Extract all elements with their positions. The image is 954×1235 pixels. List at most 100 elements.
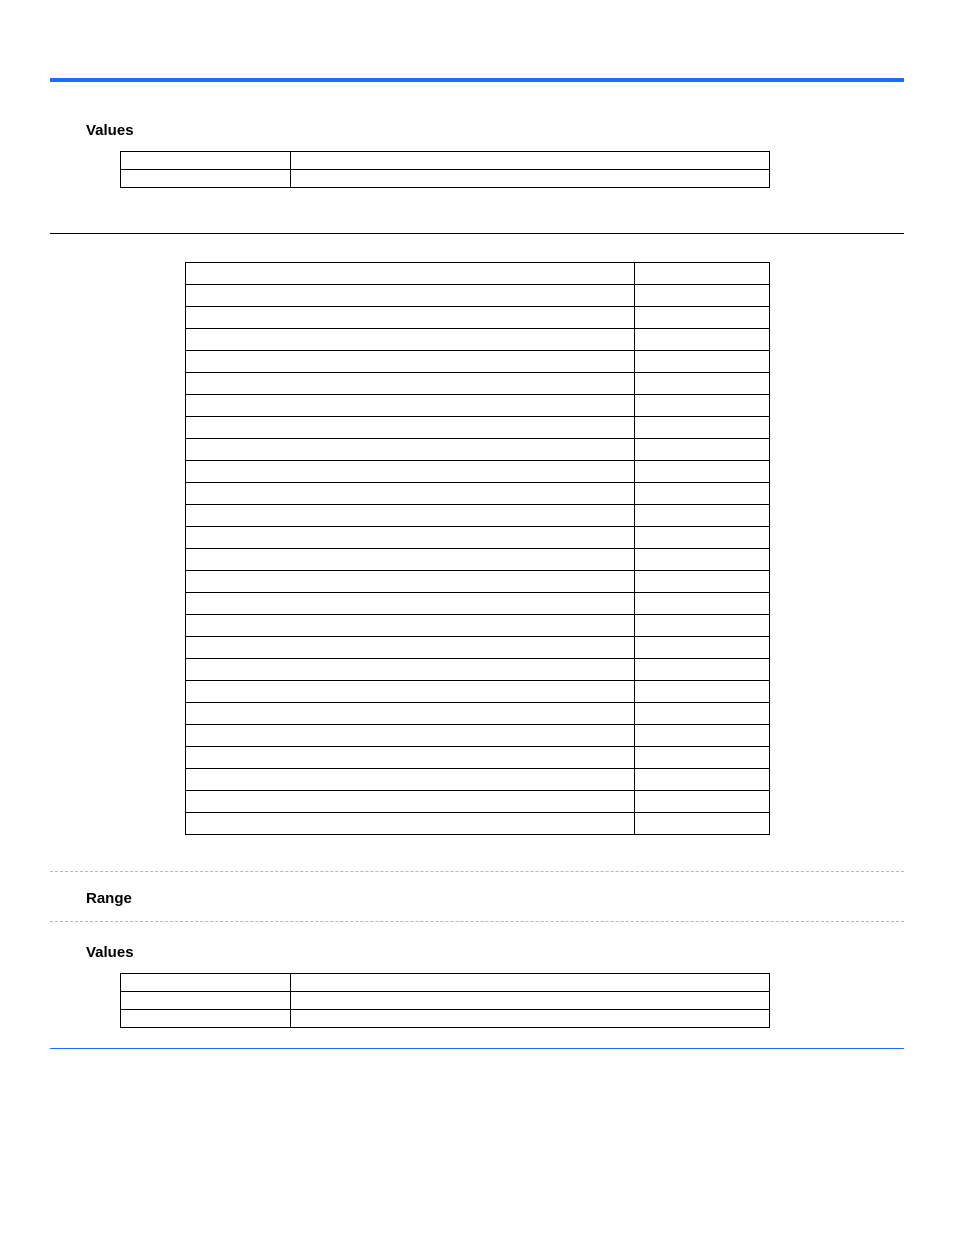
table-row [185,813,769,835]
value-key-cell [121,1010,291,1028]
value-desc-cell [290,974,769,992]
values-table-2 [120,973,770,1028]
data-name-cell [185,769,634,791]
data-name-cell [185,813,634,835]
table-row [185,593,769,615]
value-desc-cell [290,152,769,170]
data-name-cell [185,439,634,461]
main-data-table [185,262,770,835]
table-row [121,974,770,992]
data-name-cell [185,527,634,549]
table-row [121,152,770,170]
table-row [121,992,770,1010]
table-row [185,703,769,725]
table-row [185,725,769,747]
table-row [185,329,769,351]
data-name-cell [185,571,634,593]
data-value-cell [634,681,769,703]
data-value-cell [634,263,769,285]
value-key-cell [121,974,291,992]
data-name-cell [185,505,634,527]
table-row [185,615,769,637]
dashed-divider-1 [50,871,904,872]
table-row [185,483,769,505]
document-page: Values Range Values [0,0,954,1089]
data-name-cell [185,659,634,681]
data-name-cell [185,615,634,637]
table-row [185,307,769,329]
data-name-cell [185,395,634,417]
data-value-cell [634,791,769,813]
data-name-cell [185,263,634,285]
data-name-cell [185,725,634,747]
table-row [185,549,769,571]
data-name-cell [185,791,634,813]
data-name-cell [185,329,634,351]
data-value-cell [634,703,769,725]
section-divider-black [50,233,904,234]
data-value-cell [634,417,769,439]
header-rule-blue [50,78,904,82]
data-value-cell [634,439,769,461]
table-row [185,417,769,439]
values-heading-1: Values [86,122,904,139]
data-name-cell [185,461,634,483]
values-heading-2: Values [86,944,904,961]
table-row [185,637,769,659]
data-value-cell [634,725,769,747]
data-name-cell [185,483,634,505]
table-row [185,395,769,417]
table-row [185,527,769,549]
table-row [121,1010,770,1028]
table-row [185,373,769,395]
data-name-cell [185,285,634,307]
data-value-cell [634,285,769,307]
data-value-cell [634,593,769,615]
table-row [185,681,769,703]
data-value-cell [634,615,769,637]
data-value-cell [634,461,769,483]
data-name-cell [185,351,634,373]
value-desc-cell [290,170,769,188]
table-row [185,747,769,769]
data-value-cell [634,637,769,659]
data-name-cell [185,637,634,659]
data-value-cell [634,659,769,681]
data-value-cell [634,747,769,769]
table-row [185,351,769,373]
data-name-cell [185,593,634,615]
value-key-cell [121,170,291,188]
value-key-cell [121,992,291,1010]
table-row [185,659,769,681]
value-desc-cell [290,1010,769,1028]
data-name-cell [185,373,634,395]
data-value-cell [634,527,769,549]
data-value-cell [634,549,769,571]
values-table-1 [120,151,770,188]
table-row [185,263,769,285]
footer-rule-blue [50,1048,904,1049]
data-name-cell [185,681,634,703]
data-name-cell [185,747,634,769]
data-name-cell [185,417,634,439]
data-value-cell [634,395,769,417]
data-name-cell [185,549,634,571]
data-value-cell [634,813,769,835]
table-row [185,461,769,483]
table-row [185,505,769,527]
table-row [185,285,769,307]
data-value-cell [634,571,769,593]
value-key-cell [121,152,291,170]
table-row [185,769,769,791]
table-row [185,439,769,461]
table-row [121,170,770,188]
data-value-cell [634,373,769,395]
range-heading: Range [86,890,904,907]
data-value-cell [634,329,769,351]
data-value-cell [634,307,769,329]
data-value-cell [634,351,769,373]
data-value-cell [634,483,769,505]
data-name-cell [185,703,634,725]
value-desc-cell [290,992,769,1010]
data-value-cell [634,769,769,791]
